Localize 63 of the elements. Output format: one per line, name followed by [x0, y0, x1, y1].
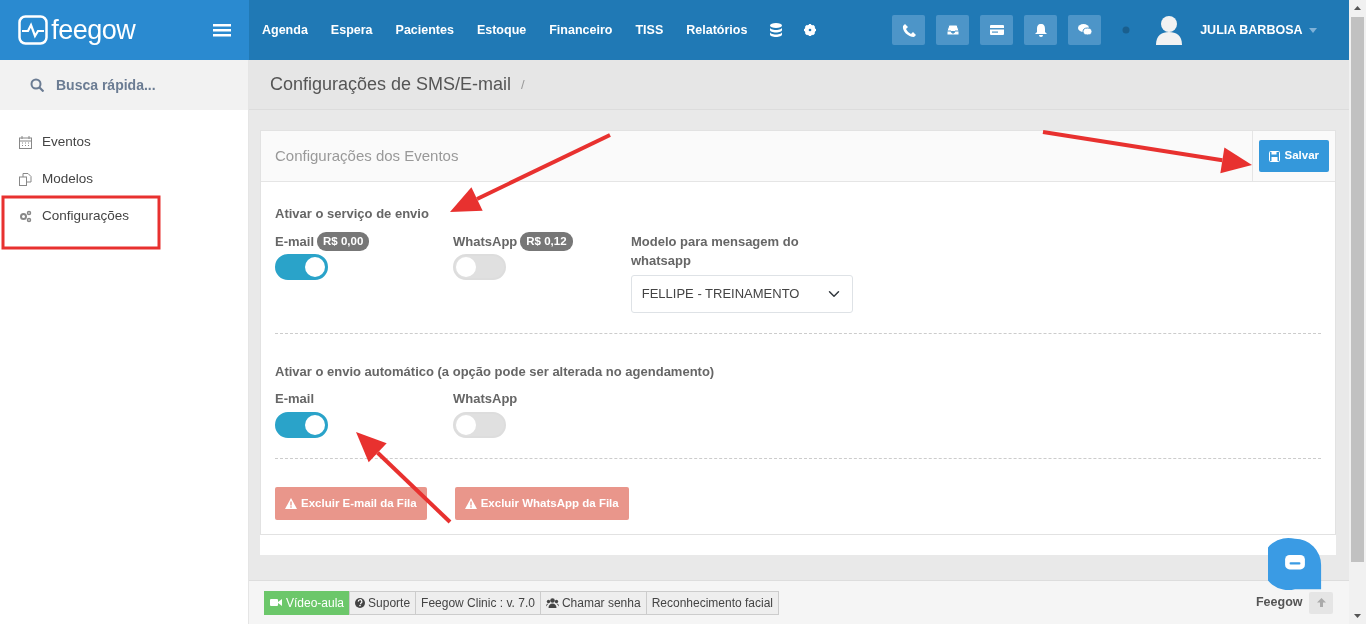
- toggle-label: WhatsApp: [453, 232, 518, 251]
- sidebar-item[interactable]: Configurações: [0, 198, 248, 235]
- arrow-up-icon: [1316, 598, 1326, 607]
- database-icon[interactable]: [770, 23, 783, 37]
- search-field[interactable]: Busca rápida...: [0, 60, 248, 110]
- status-dot-icon: [1122, 26, 1131, 34]
- panel-title: Configurações dos Eventos: [275, 145, 459, 166]
- logo-text: feegow: [51, 13, 136, 47]
- save-button[interactable]: Salvar: [1259, 140, 1329, 172]
- calendar-icon: [19, 136, 32, 149]
- page-title: Configurações de SMS/E-mail: [270, 73, 512, 96]
- toggle-label: E-mail: [275, 232, 314, 251]
- sidebar-item[interactable]: Modelos: [0, 161, 248, 198]
- nav-link[interactable]: Relatórios: [686, 20, 748, 40]
- price-badge: R$ 0,00: [317, 231, 370, 251]
- nav-link[interactable]: TISS: [635, 20, 664, 40]
- floppy-icon: [1269, 150, 1281, 162]
- toggle-label: WhatsApp: [453, 390, 518, 408]
- nav-link[interactable]: Agenda: [262, 20, 308, 40]
- users-icon: [545, 597, 559, 608]
- bell-icon: [1033, 23, 1048, 37]
- logo-icon: [18, 15, 48, 45]
- footer-link[interactable]: Suporte: [349, 590, 417, 615]
- scroll-top-button[interactable]: [1309, 591, 1333, 614]
- avatar-icon: [1156, 15, 1183, 45]
- card-button[interactable]: [980, 15, 1014, 45]
- nav-link[interactable]: Estoque: [476, 20, 527, 40]
- warning-icon: [464, 497, 477, 509]
- toggle-switch[interactable]: [275, 411, 328, 438]
- price-badge: R$ 0,12: [520, 231, 573, 251]
- card-icon: [989, 23, 1004, 37]
- inbox-icon: [945, 23, 960, 37]
- chat-button[interactable]: [1068, 15, 1102, 45]
- footer-link[interactable]: Chamar senha: [539, 590, 647, 615]
- inbox-button[interactable]: [936, 15, 970, 45]
- chat-launcher-button[interactable]: [1268, 537, 1322, 591]
- sidebar-item[interactable]: Eventos: [0, 124, 248, 161]
- settings-icon[interactable]: [804, 24, 817, 36]
- chat-icon: [1077, 23, 1092, 37]
- breadcrumb-separator: /: [521, 75, 525, 94]
- phone-button[interactable]: [892, 15, 926, 45]
- warning-icon: [285, 497, 297, 509]
- nav-link[interactable]: Pacientes: [395, 20, 454, 40]
- footer-brand: Feegow: [1255, 594, 1303, 612]
- field-label: Modelo para mensagem do whatsapp: [631, 232, 800, 270]
- caret-icon: [1309, 27, 1317, 33]
- nav-link[interactable]: Financeiro: [549, 20, 613, 40]
- toggle-label: E-mail: [275, 390, 314, 408]
- copy-icon: [19, 173, 32, 186]
- search-icon: [30, 78, 44, 92]
- footer-link[interactable]: Feegow Clinic : v. 7.0: [415, 590, 541, 615]
- bell-button[interactable]: [1024, 15, 1058, 45]
- help-icon: [355, 597, 366, 608]
- camera-icon: [270, 597, 283, 608]
- section-heading: Ativar o serviço de envio: [275, 205, 430, 223]
- toggle-switch[interactable]: [275, 254, 328, 280]
- model-select[interactable]: FELLIPE - TREINAMENTO: [631, 274, 853, 313]
- nav-link[interactable]: Espera: [330, 20, 373, 40]
- user-menu[interactable]: JULIA BARBOSA: [1200, 20, 1317, 40]
- gears-icon: [19, 210, 32, 223]
- section-heading: Ativar o envio automático (a opção pode ser alterada no agendamento): [275, 362, 716, 381]
- phone-icon: [901, 23, 916, 37]
- footer-link[interactable]: Reconhecimento facial: [645, 590, 780, 615]
